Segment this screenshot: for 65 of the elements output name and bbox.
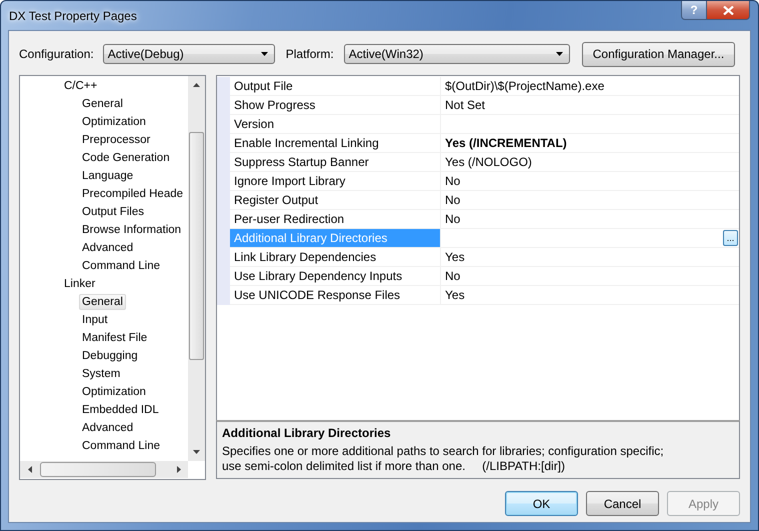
- platform-label: Platform:: [286, 47, 334, 61]
- tree-item[interactable]: Optimization: [79, 114, 149, 130]
- scroll-left-icon[interactable]: [28, 466, 32, 473]
- dropdown-arrow-icon: [556, 52, 563, 56]
- tree-item[interactable]: Command Line: [79, 438, 163, 454]
- tree-item[interactable]: Browse Information: [79, 222, 184, 238]
- property-value[interactable]: Yes: [445, 288, 465, 302]
- tree-item[interactable]: Advanced: [79, 420, 136, 436]
- close-icon: [722, 6, 734, 14]
- tree-item[interactable]: Embedded IDL: [79, 402, 162, 418]
- property-value[interactable]: No: [445, 193, 460, 207]
- property-value[interactable]: No: [445, 174, 460, 188]
- property-value[interactable]: Not Set: [445, 98, 486, 112]
- property-name[interactable]: Ignore Import Library: [230, 172, 441, 190]
- tree-item[interactable]: Preprocessor: [79, 132, 154, 148]
- scroll-thumb[interactable]: [40, 462, 156, 477]
- tree-item[interactable]: Debugging: [79, 348, 141, 364]
- property-value[interactable]: No: [445, 269, 460, 283]
- scroll-down-icon[interactable]: [193, 450, 200, 454]
- platform-dropdown[interactable]: Active(Win32): [344, 44, 570, 64]
- property-name[interactable]: Use UNICODE Response Files: [230, 286, 441, 304]
- horizontal-scrollbar[interactable]: [20, 461, 188, 478]
- property-name[interactable]: Suppress Startup Banner: [230, 153, 441, 171]
- property-name[interactable]: Link Library Dependencies: [230, 248, 441, 266]
- tree-item[interactable]: General: [79, 96, 126, 112]
- cancel-button[interactable]: Cancel: [586, 491, 659, 516]
- property-value[interactable]: $(OutDir)\$(ProjectName).exe: [445, 79, 604, 93]
- tree-item[interactable]: Output Files: [79, 204, 147, 220]
- tree-item[interactable]: C/C++: [61, 78, 100, 94]
- scroll-right-icon[interactable]: [177, 466, 181, 473]
- tree-item[interactable]: Language: [79, 168, 136, 184]
- tree-item[interactable]: Precompiled Heade: [79, 186, 186, 202]
- property-name[interactable]: Register Output: [230, 191, 441, 209]
- window-title: DX Test Property Pages: [9, 9, 137, 23]
- property-name[interactable]: Per-user Redirection: [230, 210, 441, 228]
- property-name[interactable]: Version: [230, 115, 441, 133]
- property-value[interactable]: Yes (/INCREMENTAL): [445, 136, 567, 150]
- dropdown-arrow-icon: [260, 52, 268, 56]
- description-text: Specifies one or more additional paths to search for libraries; configuration specific; use semi-colon delimited list if more than one. (/LIBPATH:[dir]): [222, 444, 665, 474]
- scroll-thumb[interactable]: [189, 132, 204, 360]
- tree-item[interactable]: Optimization: [79, 384, 149, 400]
- configuration-label: Configuration:: [19, 47, 94, 61]
- tree-item[interactable]: Command Line: [79, 258, 163, 274]
- ok-button[interactable]: OK: [505, 491, 578, 516]
- description-title: Additional Library Directories: [222, 426, 392, 440]
- close-button[interactable]: [707, 1, 750, 20]
- property-name[interactable]: Output File: [230, 77, 441, 95]
- property-value[interactable]: Yes (/NOLOGO): [445, 155, 532, 169]
- property-value[interactable]: No: [445, 212, 460, 226]
- property-name[interactable]: Enable Incremental Linking: [230, 134, 441, 152]
- vertical-scrollbar[interactable]: [188, 76, 205, 461]
- tree-item[interactable]: System: [79, 366, 124, 382]
- tree-item[interactable]: General: [79, 294, 126, 310]
- browse-button[interactable]: ...: [723, 230, 738, 246]
- property-name[interactable]: Use Library Dependency Inputs: [230, 267, 441, 285]
- property-name[interactable]: Show Progress: [230, 96, 441, 114]
- tree-item[interactable]: Input: [79, 312, 111, 328]
- tree-item[interactable]: Advanced: [79, 240, 136, 256]
- tree-item[interactable]: Code Generation: [79, 150, 173, 166]
- property-value[interactable]: Yes: [445, 250, 465, 264]
- tree-item[interactable]: Linker: [61, 276, 98, 292]
- scroll-up-icon[interactable]: [193, 83, 200, 87]
- configuration-manager-button[interactable]: Configuration Manager...: [582, 42, 736, 66]
- configuration-dropdown[interactable]: Active(Debug): [102, 44, 275, 64]
- tree-item[interactable]: Manifest File: [79, 330, 150, 346]
